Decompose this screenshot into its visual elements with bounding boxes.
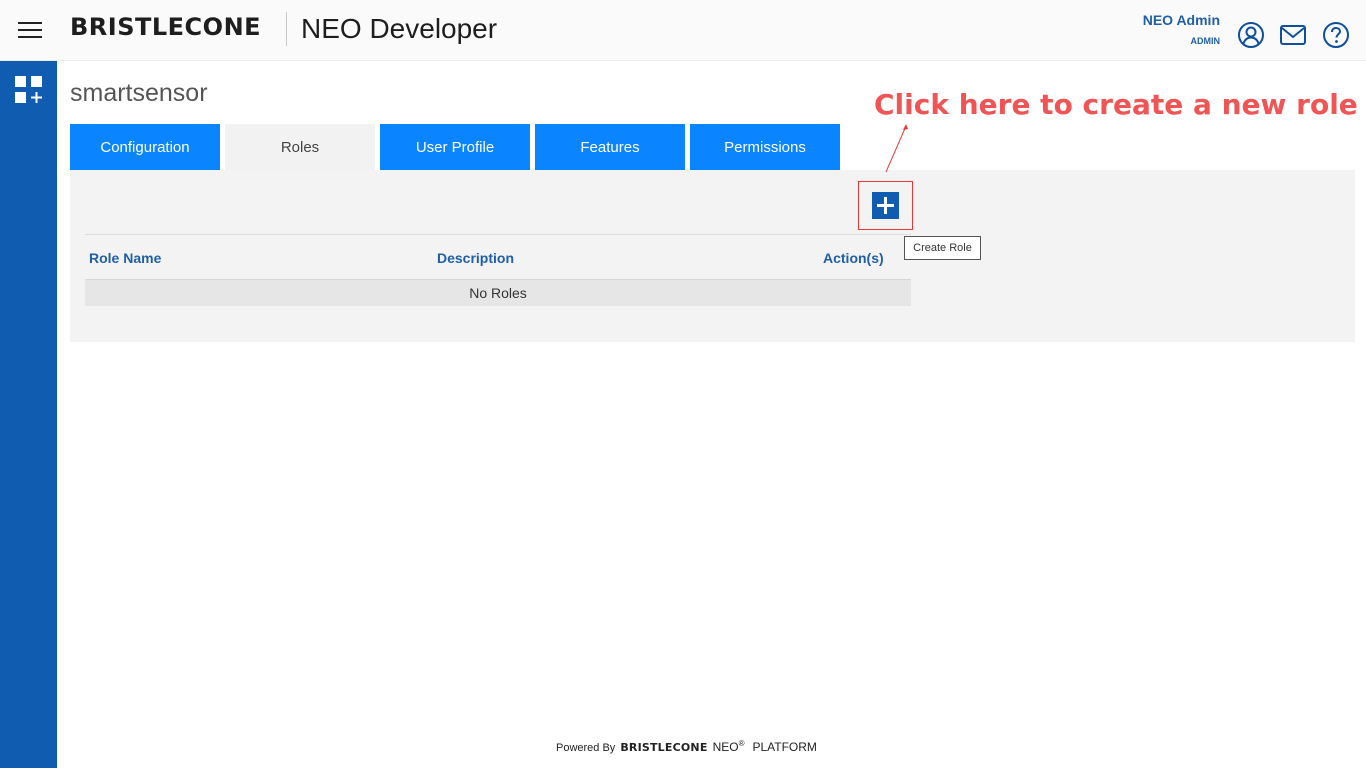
- plus-icon: [872, 192, 899, 219]
- user-role: ADMIN: [1190, 36, 1221, 46]
- annotation-callout: Click here to create a new role: [874, 88, 1358, 121]
- page-title: smartsensor: [70, 79, 208, 107]
- annotation-arrow: [885, 124, 908, 173]
- tab-permissions[interactable]: Permissions: [690, 124, 840, 170]
- mail-icon[interactable]: [1279, 21, 1307, 49]
- column-header-role-name[interactable]: Role Name: [89, 250, 161, 266]
- tab-roles[interactable]: Roles: [225, 124, 375, 170]
- menu-icon[interactable]: [18, 20, 42, 40]
- footer-powered-by: Powered By: [556, 742, 616, 754]
- roles-panel: [70, 170, 1355, 342]
- footer-platform: PLATFORM: [752, 740, 817, 754]
- top-header: BRISTLECONE NEO Developer NEO Admin ADMI…: [0, 0, 1366, 61]
- help-icon[interactable]: [1322, 21, 1350, 49]
- column-header-actions: Action(s): [823, 250, 884, 266]
- column-header-description[interactable]: Description: [437, 250, 514, 266]
- app-title: NEO Developer: [301, 13, 498, 44]
- footer: Powered By BRISTLECONE NEO® PLATFORM: [556, 739, 817, 754]
- user-name[interactable]: NEO Admin: [1143, 12, 1220, 28]
- user-icon[interactable]: [1237, 21, 1265, 49]
- sidebar: [0, 61, 57, 768]
- apps-add-icon[interactable]: [14, 75, 44, 105]
- create-role-button[interactable]: [858, 181, 913, 230]
- create-role-tooltip: Create Role: [904, 236, 981, 260]
- footer-brand: BRISTLECONE: [620, 741, 708, 754]
- tab-configuration[interactable]: Configuration: [70, 124, 220, 170]
- header-divider: [286, 12, 287, 46]
- tab-features[interactable]: Features: [535, 124, 685, 170]
- registered-mark: ®: [738, 739, 745, 748]
- table-divider: [85, 234, 911, 235]
- tab-user-profile[interactable]: User Profile: [380, 124, 530, 170]
- empty-table-row: No Roles: [85, 279, 911, 306]
- brand-logo: BRISTLECONE: [70, 13, 262, 41]
- footer-product: NEO®: [712, 739, 745, 754]
